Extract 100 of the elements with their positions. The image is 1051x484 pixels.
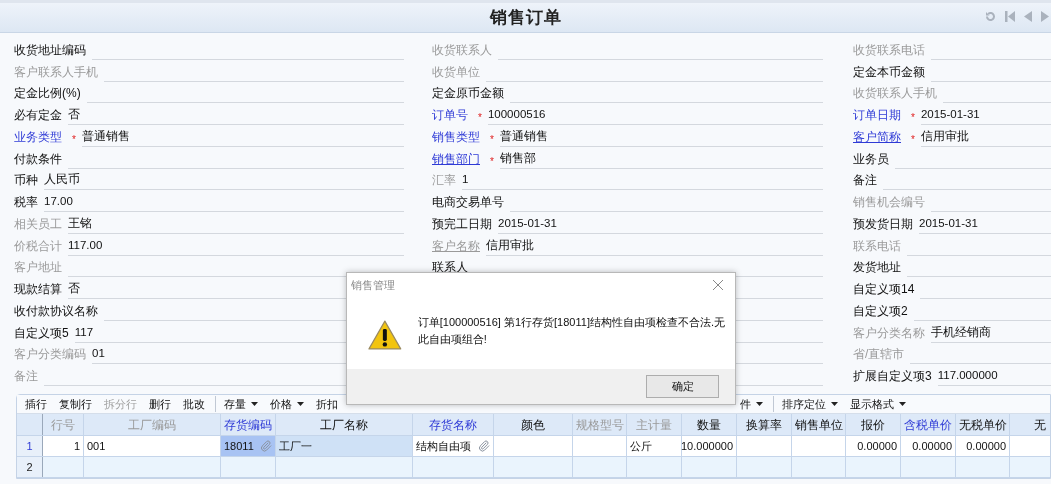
table-cell[interactable]: 1 xyxy=(43,436,84,456)
dialog-message: 订单[100000516] 第1行存货[18011]结构性自由项检查不合法.无此自由项组合! xyxy=(417,315,726,347)
close-icon[interactable] xyxy=(713,280,723,290)
required-mark: * xyxy=(911,133,915,146)
field-label: 税率 xyxy=(14,194,38,210)
dialog-title: 销售管理 xyxy=(351,277,395,293)
field-label: 价税合计 xyxy=(14,237,62,254)
toolbar-button[interactable]: 价格 xyxy=(264,395,310,413)
caret-icon xyxy=(831,402,838,406)
field-label: 收货联系人手机 xyxy=(853,85,937,102)
caret-icon xyxy=(899,402,906,406)
input-field[interactable]: 1 xyxy=(462,171,823,191)
field-label: 备注 xyxy=(14,368,38,384)
input-field[interactable]: 2015-01-31 xyxy=(920,106,1051,125)
field-label: 汇率 xyxy=(432,172,456,189)
field-label: 收付款协议名称 xyxy=(14,302,98,319)
field-label: 客户分类名称 xyxy=(853,324,925,341)
first-page-icon[interactable] xyxy=(1005,11,1015,22)
field-label: 销售机会编号 xyxy=(853,194,925,210)
input-field[interactable]: 信用审批 xyxy=(486,236,823,256)
input-field[interactable]: 100000516 xyxy=(487,106,823,125)
field-label: 电商交易单号 xyxy=(432,194,504,210)
toolbar-button[interactable]: 删行 xyxy=(143,395,177,413)
required-mark: * xyxy=(490,155,494,168)
field-label: 备注 xyxy=(853,172,877,189)
caret-icon xyxy=(297,402,304,406)
column-header[interactable]: 含税单价 xyxy=(901,414,956,435)
field-label: 现款结算 xyxy=(14,281,62,297)
column-header[interactable]: 数量 xyxy=(682,414,737,435)
paperclip-icon[interactable] xyxy=(260,440,272,452)
field-label: 自定义项14 xyxy=(853,281,915,297)
field-label: 订单日期 xyxy=(853,107,901,123)
field-label: 扩展自定义项3 xyxy=(853,368,932,384)
field-label: 收货单位 xyxy=(432,63,480,80)
field-label: 业务类型 xyxy=(14,128,62,145)
toolbar-button[interactable]: 显示格式 xyxy=(844,395,912,413)
input-field[interactable]: 117.000000 xyxy=(937,367,1051,386)
column-header[interactable]: 无税单价 xyxy=(956,414,1010,435)
table-cell[interactable]: 0.00000 xyxy=(956,436,1010,456)
table-cell[interactable]: 18011 xyxy=(221,436,276,456)
toolbar-button[interactable]: 存量 xyxy=(215,395,264,413)
table-cell[interactable]: 公斤 xyxy=(627,436,682,456)
toolbar-button[interactable]: 件 xyxy=(734,395,769,413)
field-label: 币种 xyxy=(14,172,38,189)
input-field[interactable]: 普通销售 xyxy=(499,127,823,147)
input-field[interactable]: 2015-01-31 xyxy=(498,214,823,234)
field-label: 定金本币金额 xyxy=(853,63,925,80)
next-icon[interactable] xyxy=(1041,11,1049,22)
input-field[interactable]: 王铭 xyxy=(68,214,404,234)
field-label: 定金比例(%) xyxy=(14,85,81,102)
table-cell[interactable]: 10.000000 xyxy=(682,436,737,456)
row-number[interactable]: 1 xyxy=(17,436,43,456)
field-label: 预完工日期 xyxy=(432,215,492,232)
input-field[interactable]: 手机经销商 xyxy=(931,323,1051,343)
required-mark: * xyxy=(911,112,915,124)
field-label: 订单号 xyxy=(432,107,468,123)
column-header[interactable]: 存货名称 xyxy=(413,414,494,435)
field-label[interactable]: 客户简称 xyxy=(853,128,901,145)
input-field[interactable]: 17.00 xyxy=(44,193,404,212)
previous-icon[interactable] xyxy=(1024,11,1032,22)
column-header[interactable]: 存货编码 xyxy=(221,414,276,435)
field-label: 客户地址 xyxy=(14,259,62,276)
toolbar-button[interactable]: 复制行 xyxy=(53,395,98,413)
field-label: 收货地址编码 xyxy=(14,41,86,58)
column-header[interactable]: 报价 xyxy=(846,414,901,435)
column-header[interactable]: 销售单位 xyxy=(792,414,846,435)
field-label[interactable]: 销售部门 xyxy=(432,150,480,167)
input-field[interactable]: 销售部 xyxy=(499,149,823,169)
input-field[interactable]: 人民币 xyxy=(44,171,404,191)
table-cell[interactable]: 0.00000 xyxy=(846,436,901,456)
input-field[interactable]: 普通销售 xyxy=(81,127,404,147)
field-label: 自定义项2 xyxy=(853,302,908,319)
input-field[interactable]: 117.00 xyxy=(68,236,404,256)
column-header[interactable]: 工厂名称 xyxy=(276,414,413,435)
field-label: 预发货日期 xyxy=(853,215,913,232)
field-label: 必有定金 xyxy=(14,107,62,123)
table-cell[interactable]: 工厂一 xyxy=(276,436,413,456)
column-header[interactable]: 颜色 xyxy=(494,414,573,435)
ok-button[interactable]: 确定 xyxy=(646,375,719,398)
toolbar-button[interactable]: 排序定位 xyxy=(773,395,844,413)
table-cell[interactable]: 结构自由项 xyxy=(413,436,494,456)
field-label: 发货地址 xyxy=(853,259,901,276)
toolbar-button[interactable]: 插行 xyxy=(19,395,53,413)
column-header[interactable]: 无 xyxy=(1010,414,1051,435)
toolbar-button[interactable]: 折扣 xyxy=(310,395,344,413)
field-label: 收货联系电话 xyxy=(853,41,925,58)
input-field[interactable]: 否 xyxy=(68,106,404,125)
column-header[interactable]: 换算率 xyxy=(737,414,792,435)
field-label: 业务员 xyxy=(853,150,889,167)
input-field[interactable]: 信用审批 xyxy=(920,127,1051,147)
caret-icon xyxy=(251,402,258,406)
refresh-icon[interactable] xyxy=(985,11,996,22)
paperclip-icon[interactable] xyxy=(478,440,490,452)
toolbar-button[interactable]: 批改 xyxy=(177,395,211,413)
input-field[interactable]: 2015-01-31 xyxy=(919,214,1051,234)
field-label: 相关员工 xyxy=(14,215,62,232)
table-cell[interactable]: 0.00000 xyxy=(901,436,956,456)
row-number[interactable]: 2 xyxy=(17,457,43,477)
required-mark: * xyxy=(72,133,76,146)
caret-icon xyxy=(756,402,763,406)
